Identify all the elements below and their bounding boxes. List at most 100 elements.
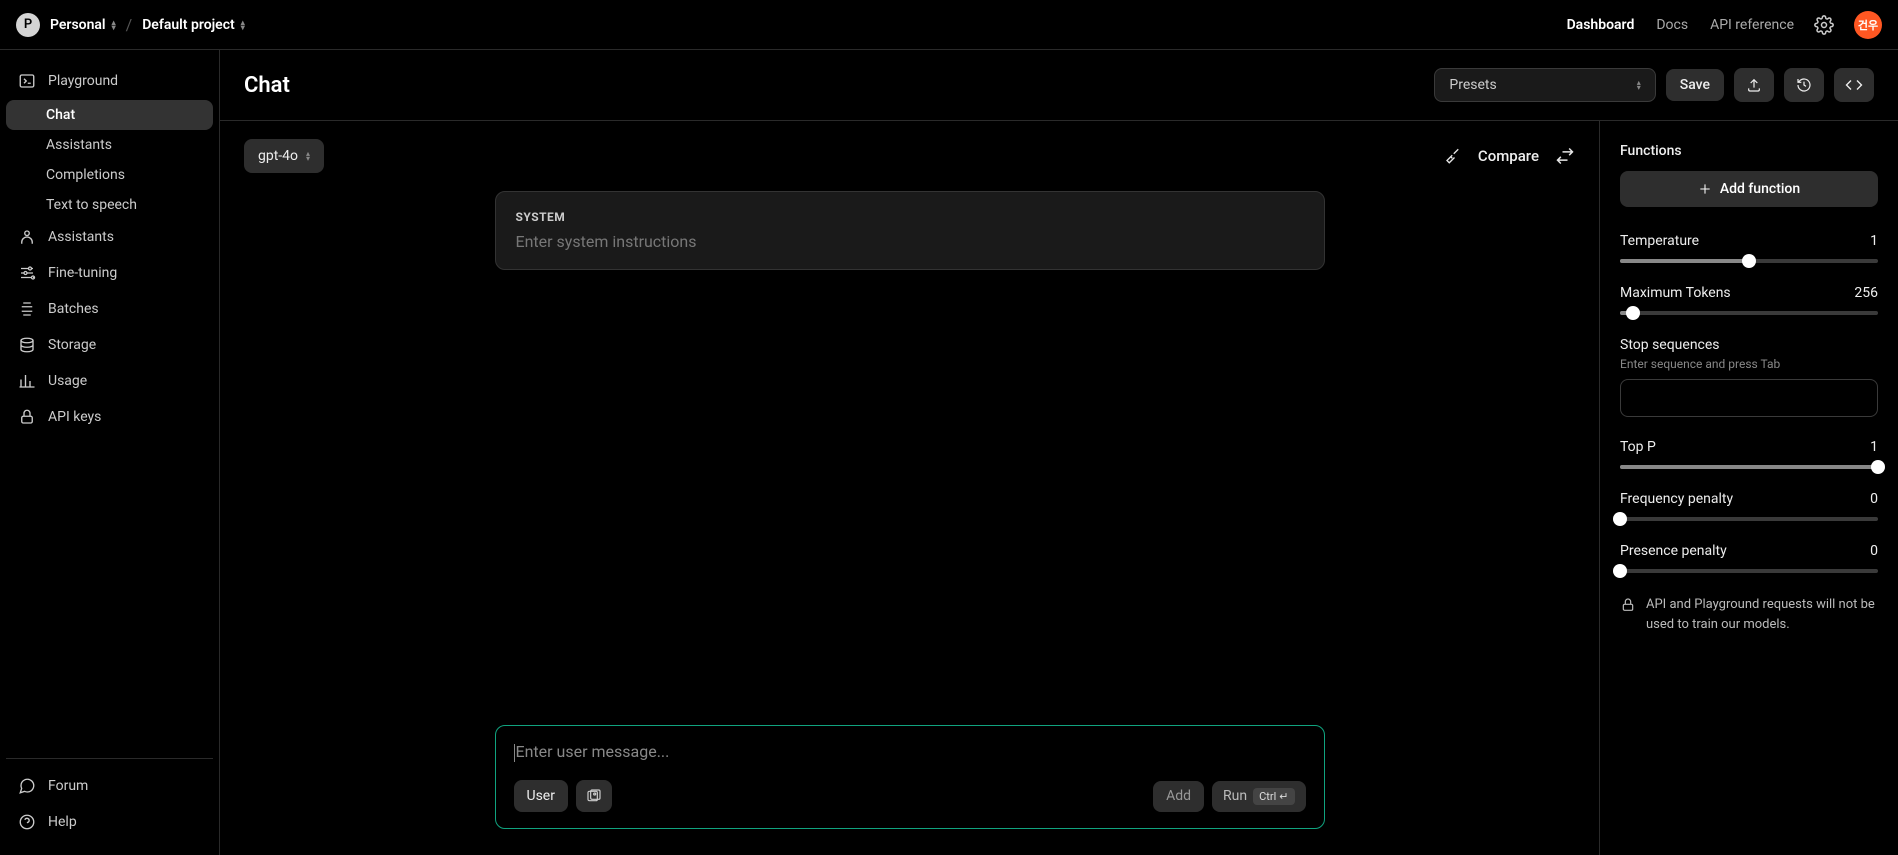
sidebar-label: Storage: [48, 337, 96, 353]
sidebar-label: Help: [48, 814, 77, 830]
sidebar-sub-completions[interactable]: Completions: [6, 160, 213, 190]
stop-sequences-input[interactable]: [1620, 379, 1878, 417]
temperature-slider[interactable]: [1620, 259, 1878, 263]
code-icon: [1845, 76, 1863, 94]
sidebar-item-assistants[interactable]: Assistants: [6, 220, 213, 254]
chevron-updown-icon: ▴▾: [241, 20, 245, 30]
compare-button[interactable]: Compare: [1478, 147, 1539, 165]
user-message-box[interactable]: Enter user message... User Add Run: [495, 725, 1325, 829]
sidebar-item-finetuning[interactable]: Fine-tuning: [6, 256, 213, 290]
add-function-label: Add function: [1720, 181, 1800, 197]
sidebar-item-usage[interactable]: Usage: [6, 364, 213, 398]
sidebar-item-batches[interactable]: Batches: [6, 292, 213, 326]
org-name: Personal: [50, 17, 106, 33]
help-icon: [18, 813, 36, 831]
presets-label: Presets: [1449, 77, 1496, 93]
param-top-p: Top P1: [1620, 439, 1878, 469]
history-button[interactable]: [1784, 68, 1824, 102]
presets-dropdown[interactable]: Presets ▴▾: [1434, 68, 1655, 102]
param-temperature: Temperature1: [1620, 233, 1878, 263]
functions-title: Functions: [1620, 143, 1878, 159]
add-function-button[interactable]: Add function: [1620, 171, 1878, 207]
org-selector[interactable]: Personal ▴▾: [50, 17, 116, 33]
sidebar-label: Batches: [48, 301, 99, 317]
swap-icon[interactable]: [1555, 146, 1575, 166]
sidebar-label: API keys: [48, 409, 101, 425]
model-name: gpt-4o: [258, 148, 298, 164]
sidebar-item-storage[interactable]: Storage: [6, 328, 213, 362]
code-button[interactable]: [1834, 68, 1874, 102]
topbar-right: Dashboard Docs API reference 건우: [1567, 11, 1882, 39]
sidebar-label: Forum: [48, 778, 88, 794]
avatar[interactable]: 건우: [1854, 11, 1882, 39]
sidebar-label: Fine-tuning: [48, 265, 117, 281]
role-toggle-button[interactable]: User: [514, 780, 568, 812]
stop-hint: Enter sequence and press Tab: [1620, 357, 1878, 371]
sidebar-sub-assistants[interactable]: Assistants: [6, 130, 213, 160]
max-tokens-slider[interactable]: [1620, 311, 1878, 315]
org-badge: P: [16, 13, 40, 37]
privacy-notice: API and Playground requests will not be …: [1620, 595, 1878, 634]
settings-button[interactable]: [1814, 15, 1834, 35]
system-label: SYSTEM: [516, 210, 1304, 224]
breadcrumb: P Personal ▴▾ / Default project ▴▾: [16, 13, 245, 37]
sidebar-item-playground[interactable]: Playground: [6, 64, 213, 98]
layers-icon: [18, 300, 36, 318]
top-nav: Dashboard Docs API reference: [1567, 17, 1794, 33]
model-selector[interactable]: gpt-4o ▴▾: [244, 139, 324, 173]
add-button[interactable]: Add: [1153, 781, 1204, 812]
breadcrumb-separator: /: [126, 15, 133, 34]
sliders-icon: [18, 264, 36, 282]
sidebar-label: Usage: [48, 373, 87, 389]
top-p-slider[interactable]: [1620, 465, 1878, 469]
share-button[interactable]: [1734, 68, 1774, 102]
param-stop: Stop sequences Enter sequence and press …: [1620, 337, 1878, 417]
run-label: Run: [1223, 788, 1247, 804]
chevron-updown-icon: ▴▾: [306, 151, 310, 161]
sidebar-item-help[interactable]: Help: [6, 805, 213, 839]
project-name: Default project: [142, 17, 235, 33]
image-icon: [586, 788, 602, 804]
sidebar: Playground Chat Assistants Completions T…: [0, 50, 220, 855]
presence-penalty-slider[interactable]: [1620, 569, 1878, 573]
param-max-tokens: Maximum Tokens256: [1620, 285, 1878, 315]
sidebar-label: Assistants: [48, 229, 114, 245]
nav-docs[interactable]: Docs: [1656, 17, 1688, 33]
gear-icon: [1814, 15, 1834, 35]
chart-icon: [18, 372, 36, 390]
chevron-updown-icon: ▴▾: [1637, 80, 1641, 90]
nav-dashboard[interactable]: Dashboard: [1567, 17, 1635, 33]
lock-icon: [18, 408, 36, 426]
broom-icon[interactable]: [1444, 147, 1462, 165]
sidebar-item-apikeys[interactable]: API keys: [6, 400, 213, 434]
frequency-penalty-slider[interactable]: [1620, 517, 1878, 521]
lock-icon: [1620, 597, 1636, 613]
page-title: Chat: [244, 73, 290, 98]
upload-icon: [1746, 77, 1762, 93]
database-icon: [18, 336, 36, 354]
attach-button[interactable]: [576, 780, 612, 812]
nav-api-reference[interactable]: API reference: [1710, 17, 1794, 33]
chat-icon: [18, 777, 36, 795]
run-button[interactable]: Run Ctrl↵: [1212, 781, 1305, 812]
terminal-icon: [18, 72, 36, 90]
sidebar-item-forum[interactable]: Forum: [6, 769, 213, 803]
plus-icon: [1698, 182, 1712, 196]
project-selector[interactable]: Default project ▴▾: [142, 17, 245, 33]
robot-icon: [18, 228, 36, 246]
history-icon: [1796, 77, 1812, 93]
user-input[interactable]: Enter user message...: [514, 742, 1306, 766]
sidebar-sub-tts[interactable]: Text to speech: [6, 190, 213, 220]
chat-area: gpt-4o ▴▾ Compare SYSTEM Enter system in…: [220, 121, 1600, 855]
run-shortcut: Ctrl↵: [1253, 788, 1294, 805]
sidebar-label: Playground: [48, 73, 118, 89]
system-input[interactable]: Enter system instructions: [516, 232, 1304, 251]
save-button[interactable]: Save: [1666, 69, 1724, 101]
system-message-box[interactable]: SYSTEM Enter system instructions: [495, 191, 1325, 270]
param-frequency-penalty: Frequency penalty0: [1620, 491, 1878, 521]
param-presence-penalty: Presence penalty0: [1620, 543, 1878, 573]
topbar: P Personal ▴▾ / Default project ▴▾ Dashb…: [0, 0, 1898, 50]
chevron-updown-icon: ▴▾: [112, 20, 116, 30]
page-header: Chat Presets ▴▾ Save: [220, 50, 1898, 121]
sidebar-sub-chat[interactable]: Chat: [6, 100, 213, 130]
